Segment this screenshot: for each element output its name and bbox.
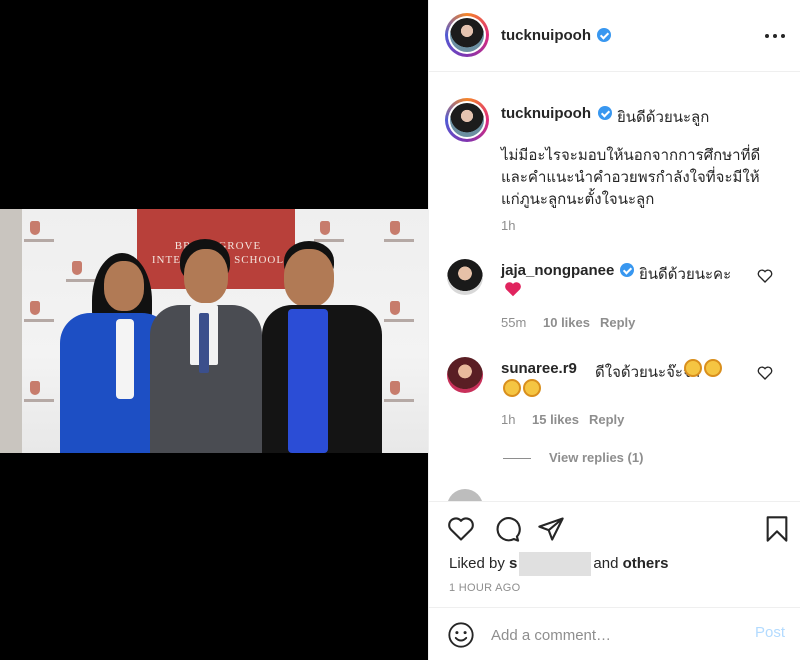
emoji-smiley-icon[interactable] <box>447 621 475 649</box>
comment-username-text[interactable]: sunaree.r9 <box>501 360 577 377</box>
caption-body: ไม่มีอะไรจะมอบให้นอกจากการศึกษาที่ดี และ… <box>501 145 760 211</box>
like-comment-heart-icon[interactable] <box>757 365 773 381</box>
comment-bubble-icon[interactable] <box>493 515 521 543</box>
crest-logo <box>390 381 400 395</box>
liked-by-and: and <box>593 554 619 572</box>
commenter-avatar[interactable] <box>447 259 483 295</box>
post-photo[interactable]: BROMSGROVE INTER L SCHOOL ND <box>0 209 428 453</box>
crest-logo <box>30 221 40 235</box>
crest-label <box>24 319 54 322</box>
comment-text: ยินดีด้วยนะคะ <box>639 266 732 283</box>
clapping-hands-icon <box>501 379 541 397</box>
like-comment-heart-icon[interactable] <box>757 268 773 284</box>
verified-badge-icon <box>598 106 612 120</box>
commenter-avatar[interactable] <box>447 357 483 393</box>
crest-logo <box>30 381 40 395</box>
add-comment-bar: Post <box>429 607 800 660</box>
avatar[interactable] <box>445 13 489 57</box>
comments-list[interactable]: tucknuipooh ยินดีด้วยนะลูก ไม่มีอะไรจะมอ… <box>429 73 800 501</box>
verified-badge-icon <box>620 263 634 277</box>
photo-wall <box>0 209 22 453</box>
comment-time[interactable]: 1h <box>501 412 515 427</box>
liked-by: Liked by s and others <box>449 552 668 576</box>
crest-logo <box>390 221 400 235</box>
save-bookmark-icon[interactable] <box>763 515 791 543</box>
liked-by-user[interactable]: s <box>509 555 517 572</box>
comment-username[interactable]: sunaree.r9 <box>501 360 577 377</box>
crest-logo <box>72 261 82 275</box>
crest-logo <box>30 301 40 315</box>
crest-logo <box>390 301 400 315</box>
post-panel: tucknuipooh tucknuipooh ยินดีด้วยนะลูก ไ… <box>428 0 800 660</box>
comment-likes[interactable]: 10 likes <box>543 315 590 330</box>
crest-label <box>384 399 414 402</box>
caption-line: ไม่มีอะไรจะมอบให้นอกจากการศึกษาที่ดี <box>501 147 761 164</box>
reply-button[interactable]: Reply <box>589 412 624 427</box>
clapping-hands-icon <box>682 359 722 377</box>
comment-time[interactable]: 55m <box>501 315 526 330</box>
liked-by-prefix: Liked by <box>449 554 505 572</box>
caption-avatar[interactable] <box>445 98 489 142</box>
caption-username[interactable]: tucknuipooh <box>501 105 591 122</box>
verified-badge-icon <box>597 28 611 42</box>
share-paper-plane-icon[interactable] <box>537 515 565 543</box>
post-header: tucknuipooh <box>429 0 800 72</box>
reply-button[interactable]: Reply <box>600 315 635 330</box>
post-comment-button[interactable]: Post <box>755 624 785 641</box>
like-heart-icon[interactable] <box>447 515 475 543</box>
redacted-username <box>519 552 592 576</box>
header-username[interactable]: tucknuipooh <box>501 27 591 44</box>
red-heart-icon <box>505 282 521 297</box>
crest-label <box>384 239 414 242</box>
add-comment-input[interactable] <box>491 622 731 648</box>
crest-logo <box>320 221 330 235</box>
crest-label <box>66 279 96 282</box>
post-media[interactable]: BROMSGROVE INTER L SCHOOL ND <box>0 0 428 660</box>
commenter-avatar[interactable] <box>447 489 483 501</box>
crest-label <box>24 239 54 242</box>
liked-by-others-link[interactable]: others <box>623 555 669 572</box>
caption-time[interactable]: 1h <box>501 218 515 233</box>
caption-headline: ยินดีด้วยนะลูก <box>617 109 710 126</box>
caption-line: แก่ภูนะลูกนะตั้งใจนะลูก <box>501 191 655 208</box>
view-replies-button[interactable]: View replies (1) <box>549 450 643 465</box>
crest-label <box>24 399 54 402</box>
post-timestamp[interactable]: 1 HOUR AGO <box>449 582 520 594</box>
more-options-icon[interactable] <box>765 26 789 46</box>
comment-likes[interactable]: 15 likes <box>532 412 579 427</box>
post-actions: Liked by s and others 1 HOUR AGO Post <box>429 501 800 660</box>
crest-label <box>384 319 414 322</box>
caption-line: และคำแนะนำคำอวยพรกำลังใจที่จะมีให้ <box>501 169 760 186</box>
view-replies-line <box>503 458 531 459</box>
comment-username[interactable]: jaja_nongpanee <box>501 262 614 279</box>
